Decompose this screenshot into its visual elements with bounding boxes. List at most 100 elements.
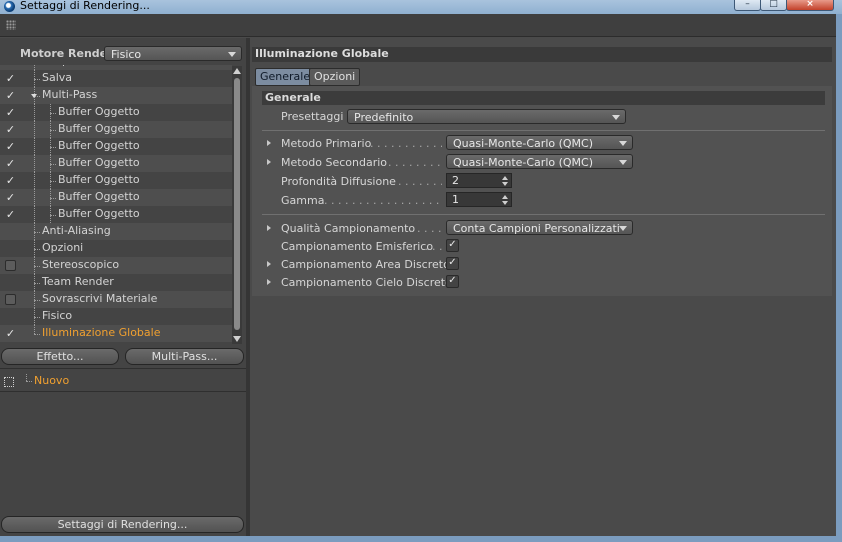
diffuse-depth-field[interactable]: 2 (446, 173, 512, 188)
enabled-checkmark-icon[interactable]: ✓ (5, 141, 16, 152)
hemispherical-sampling-checkbox[interactable]: ✓ (446, 239, 459, 252)
tree-line (50, 198, 56, 199)
expand-arrow-icon[interactable] (267, 140, 271, 146)
tree-item-label: Stereoscopico (42, 258, 120, 271)
preset-dropdown[interactable]: Predefinito (347, 109, 626, 124)
enabled-checkmark-icon[interactable]: ✓ (5, 175, 16, 186)
expand-arrow-icon[interactable] (267, 279, 271, 285)
tree-line (26, 374, 27, 381)
tree-row[interactable]: Stereoscopico (0, 257, 232, 274)
panel-title: Illuminazione Globale (255, 47, 389, 60)
enabled-checkbox[interactable] (5, 260, 16, 271)
tree-item-label: Team Render (42, 275, 114, 288)
tree-row[interactable]: ✓ Buffer Oggetto (0, 104, 232, 121)
close-button[interactable]: × (786, 0, 834, 11)
expand-arrow-icon[interactable] (267, 159, 271, 165)
tree-row[interactable]: ✓ Buffer Oggetto (0, 138, 232, 155)
tree-line (34, 172, 35, 189)
panel-grip-icon[interactable] (6, 20, 16, 30)
minimize-button[interactable]: – (734, 0, 761, 11)
tree-row[interactable]: ✓ Buffer Oggetto (0, 121, 232, 138)
collapse-arrow-icon[interactable] (31, 94, 37, 98)
tab-opzioni[interactable]: Opzioni (309, 68, 361, 86)
secondary-method-dropdown[interactable]: Quasi-Monte-Carlo (QMC) (446, 154, 633, 169)
chevron-down-icon (612, 115, 620, 120)
enabled-checkmark-icon[interactable]: ✓ (5, 209, 16, 220)
enabled-checkmark-icon[interactable]: ✓ (5, 107, 16, 118)
tree-row[interactable]: ✓ Salva (0, 70, 232, 87)
enabled-checkmark-icon[interactable]: ✓ (5, 192, 16, 203)
discrete-area-sampling-label: Campionamento Area Discreto (281, 258, 450, 271)
expand-arrow-icon[interactable] (267, 225, 271, 231)
discrete-sky-sampling-checkbox[interactable]: ✓ (446, 275, 459, 288)
gamma-field[interactable]: 1 (446, 192, 512, 207)
scroll-up-icon[interactable] (233, 68, 241, 74)
tree-row[interactable]: ✓ Buffer Oggetto (0, 206, 232, 223)
tree-line (34, 104, 35, 121)
preset-item-nuovo[interactable]: Nuovo (34, 374, 69, 387)
effect-button[interactable]: Effetto... (1, 348, 119, 365)
tree-row[interactable]: Sovrascrivi Materiale (0, 291, 232, 308)
tab-generale[interactable]: Generale (255, 68, 316, 86)
multipass-button[interactable]: Multi-Pass... (125, 348, 244, 365)
sampling-quality-label: Qualità Campionamento (281, 222, 416, 235)
primary-method-label: Metodo Primario (281, 137, 372, 150)
scroll-down-icon[interactable] (233, 336, 241, 342)
chevron-down-icon (619, 141, 627, 146)
enabled-checkmark-icon[interactable]: ✓ (5, 124, 16, 135)
tree-row[interactable]: ✓ Multi-Pass (0, 87, 232, 104)
tree-line (34, 138, 35, 155)
tree-line (50, 181, 56, 182)
primary-method-dropdown[interactable]: Quasi-Monte-Carlo (QMC) (446, 135, 633, 150)
stepper-arrows-icon[interactable] (502, 195, 508, 205)
sampling-quality-dropdown[interactable]: Conta Campioni Personalizzati (446, 220, 633, 235)
divider (262, 130, 825, 131)
tree-line (50, 147, 56, 148)
scroll-thumb[interactable] (234, 78, 240, 330)
divider (0, 368, 246, 369)
tree-row[interactable]: ✓ Buffer Oggetto (0, 172, 232, 189)
discrete-area-sampling-checkbox[interactable]: ✓ (446, 257, 459, 270)
enabled-checkmark-icon[interactable]: ✓ (5, 158, 16, 169)
enabled-checkmark-icon[interactable]: ✓ (5, 90, 16, 101)
tree-row[interactable]: Fisico (0, 308, 232, 325)
tree-line (34, 325, 35, 334)
panel-header: Illuminazione Globale (252, 47, 832, 62)
tree-row[interactable]: Anti-Aliasing (0, 223, 232, 240)
group-title: Generale (262, 91, 825, 105)
cinema4d-app-icon (4, 1, 15, 12)
dot-leader: . . . . . . . . . . . . . . . (370, 137, 442, 150)
render-settings-button[interactable]: Settaggi di Rendering... (1, 516, 244, 533)
tree-row[interactable]: Opzioni (0, 240, 232, 257)
enabled-checkbox[interactable] (5, 294, 16, 305)
chevron-down-icon (619, 160, 627, 165)
tree-item-label: Fisico (42, 309, 73, 322)
expand-arrow-icon[interactable] (267, 261, 271, 267)
tree-item-label: Buffer Oggetto (58, 173, 140, 186)
enabled-checkmark-icon[interactable]: ✓ (5, 328, 16, 339)
primary-method-value: Quasi-Monte-Carlo (QMC) (453, 137, 594, 150)
tree-row[interactable]: ✓ Buffer Oggetto (0, 155, 232, 172)
enabled-checkmark-icon[interactable]: ✓ (5, 73, 16, 84)
tree-row[interactable]: ✓ Buffer Oggetto (0, 189, 232, 206)
tree-line (34, 300, 40, 301)
preset-label: Presettaggi (281, 110, 344, 123)
render-engine-dropdown[interactable]: Fisico (104, 46, 242, 61)
maximize-button[interactable]: □ (760, 0, 787, 11)
attribute-panel: Illuminazione Globale Generale Opzioni G… (250, 38, 836, 536)
tree-line (34, 334, 40, 335)
secondary-method-value: Quasi-Monte-Carlo (QMC) (453, 156, 594, 169)
tree-scrollbar[interactable] (232, 66, 242, 344)
tree-item-label: Opzioni (42, 241, 84, 254)
tree-row[interactable]: ✓ Illuminazione Globale (0, 325, 232, 342)
settings-tree: Output ✓ Salva ✓ Multi-Pass ✓ Buffer Oggetto ✓ B… (0, 65, 232, 343)
toolbar (0, 14, 836, 37)
tree-row[interactable]: Team Render (0, 274, 232, 291)
stepper-arrows-icon[interactable] (502, 176, 508, 186)
tree-line (34, 249, 40, 250)
tree-line (34, 266, 40, 267)
tree-line (50, 113, 56, 114)
tree-item-label: Salva (42, 71, 73, 84)
window-title: Settaggi di Rendering... (20, 0, 150, 12)
diffuse-depth-value: 2 (452, 174, 459, 187)
